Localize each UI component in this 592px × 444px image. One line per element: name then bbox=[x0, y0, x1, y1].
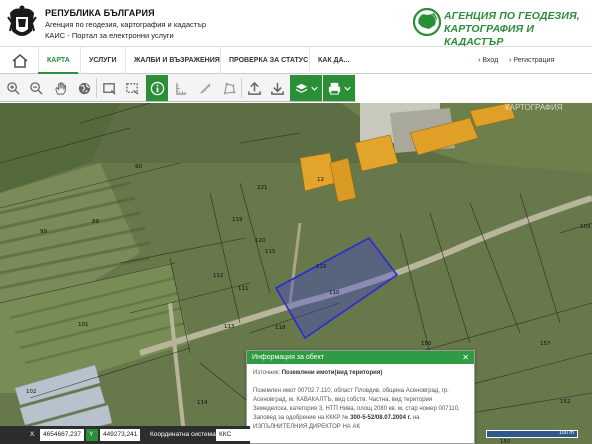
download-icon[interactable] bbox=[266, 75, 288, 101]
parcel-number: 101 bbox=[78, 322, 89, 328]
nav-item-services[interactable]: УСЛУГИ bbox=[80, 47, 125, 74]
agency-name: АГЕНЦИЯ ПО ГЕОДЕЗИЯ, КАРТОГРАФИЯ И КАДАС… bbox=[444, 10, 592, 49]
print-icon bbox=[328, 82, 341, 95]
parcel-number: 111 bbox=[238, 286, 249, 292]
chevron-down-icon bbox=[344, 86, 351, 91]
toolbar-separator bbox=[241, 78, 242, 98]
select-rectangle-icon[interactable] bbox=[98, 75, 120, 101]
toolbar-separator bbox=[96, 78, 97, 98]
register-arrow-icon: › bbox=[509, 57, 512, 64]
parcel-number: 119 bbox=[232, 217, 243, 223]
parcel-number: 99 bbox=[40, 229, 47, 235]
x-label: X bbox=[30, 431, 35, 438]
pan-hand-icon[interactable] bbox=[49, 75, 71, 101]
popup-description: Поземлен имот 00702.7.110, област Пловди… bbox=[253, 387, 468, 432]
y-label: Y bbox=[89, 431, 94, 438]
nav-item-complaints[interactable]: ЖАЛБИ И ВЪЗРАЖЕНИЯ bbox=[125, 47, 228, 74]
parcel-number: 102 bbox=[26, 389, 37, 395]
parcel-number: 89 bbox=[92, 219, 99, 225]
close-icon[interactable]: ✕ bbox=[462, 351, 469, 364]
source-label: Източник: bbox=[253, 370, 281, 376]
map-watermark: КАРТОГРАФИЯ bbox=[505, 103, 563, 112]
login-arrow-icon: › bbox=[478, 57, 481, 64]
parcel-number: 103 bbox=[580, 224, 591, 230]
parcel-number: 12 bbox=[317, 177, 324, 183]
gov-title: РЕПУБЛИКА БЪЛГАРИЯ bbox=[45, 8, 155, 18]
popup-title: Информация за обект bbox=[252, 354, 324, 361]
y-coordinate-field[interactable]: 449273,241 bbox=[100, 429, 141, 441]
info-icon[interactable] bbox=[146, 75, 168, 101]
home-icon[interactable] bbox=[10, 53, 30, 69]
portal-name: КАИС - Портал за електронни услуги bbox=[45, 31, 174, 40]
polygon-area-icon[interactable] bbox=[218, 75, 240, 101]
director-text: ИЗПЪЛНИТЕЛНИЯ ДИРЕКТОР НА АК bbox=[253, 424, 360, 430]
page-header: РЕПУБЛИКА БЪЛГАРИЯ Агенция по геодезия, … bbox=[0, 0, 592, 49]
select-area-icon[interactable] bbox=[121, 75, 143, 101]
popup-body: Източник: Поземлени имоти(вид територия)… bbox=[247, 364, 474, 437]
measure-icon[interactable] bbox=[170, 75, 192, 101]
main-navigation: КАРТА УСЛУГИ ЖАЛБИ И ВЪЗРАЖЕНИЯ ПРОВЕРКА… bbox=[0, 46, 592, 75]
parcel-number: 221 bbox=[257, 185, 268, 191]
upload-icon[interactable] bbox=[243, 75, 265, 101]
order-suffix: на bbox=[412, 415, 420, 421]
popup-source: Източник: Поземлени имоти(вид територия) bbox=[253, 369, 468, 378]
gov-subtitle: Агенция по геодезия, картография и кадас… bbox=[45, 20, 207, 29]
parcel-number: 150 bbox=[421, 341, 432, 347]
ruler-icon[interactable] bbox=[194, 75, 216, 101]
coordinates-bar: X 4654667,237 Y 449273,241 Координатна с… bbox=[0, 426, 250, 444]
parcel-number: 113 bbox=[224, 324, 235, 330]
bulgarian-coat-of-arms-icon bbox=[7, 5, 37, 36]
login-link[interactable]: › Вход bbox=[478, 47, 498, 74]
map-toolbar bbox=[0, 74, 356, 102]
login-label: Вход bbox=[482, 57, 499, 64]
parcel-number: 115 bbox=[265, 249, 276, 255]
layers-icon bbox=[295, 83, 308, 93]
parcel-number: 152 bbox=[560, 399, 571, 405]
parcel-number: 112 bbox=[213, 273, 224, 279]
coordinate-system-label: Координатна система bbox=[150, 431, 216, 438]
parcel-number: 110 bbox=[329, 290, 340, 296]
object-info-popup: Информация за обект ✕ Източник: Поземлен… bbox=[246, 350, 475, 444]
government-title-block: РЕПУБЛИКА БЪЛГАРИЯ Агенция по геодезия, … bbox=[45, 8, 206, 41]
nav-item-status-check[interactable]: ПРОВЕРКА ЗА СТАТУС bbox=[220, 47, 316, 74]
popup-header: Информация за обект ✕ bbox=[247, 351, 474, 364]
nav-item-map[interactable]: КАРТА bbox=[38, 47, 78, 74]
nav-item-how-to[interactable]: КАК ДА... bbox=[309, 47, 357, 74]
source-value: Поземлени имоти(вид територия) bbox=[281, 370, 383, 376]
agency-name-line1: АГЕНЦИЯ ПО ГЕОДЕЗИЯ, bbox=[444, 10, 580, 22]
register-label: Регистрация bbox=[513, 57, 555, 64]
parcel-number: 118 bbox=[275, 325, 286, 331]
parcel-number: 120 bbox=[255, 238, 266, 244]
layers-dropdown-button[interactable] bbox=[290, 75, 322, 101]
parcel-number: 90 bbox=[135, 164, 142, 170]
parcel-number: 114 bbox=[197, 400, 208, 406]
coordinate-system-select[interactable]: ККС 2005 bbox=[216, 429, 250, 444]
globe-icon[interactable] bbox=[73, 75, 95, 101]
agency-logo-icon[interactable] bbox=[413, 7, 441, 37]
register-link[interactable]: › Регистрация bbox=[509, 47, 554, 74]
zoom-out-icon[interactable] bbox=[25, 75, 47, 101]
print-dropdown-button[interactable] bbox=[323, 75, 355, 101]
scale-bar: 100 m bbox=[486, 430, 578, 438]
zoom-in-icon[interactable] bbox=[2, 75, 24, 101]
chevron-down-icon bbox=[311, 86, 318, 91]
x-coordinate-field[interactable]: 4654667,237 bbox=[40, 429, 84, 441]
scale-label: 100 m bbox=[558, 430, 574, 436]
parcel-number: 157 bbox=[540, 341, 551, 347]
parcel-number: 116 bbox=[316, 264, 327, 270]
parcel-number: 150 bbox=[500, 439, 511, 444]
order-number: 300-5-52/08.07.2004 г. bbox=[350, 415, 412, 421]
